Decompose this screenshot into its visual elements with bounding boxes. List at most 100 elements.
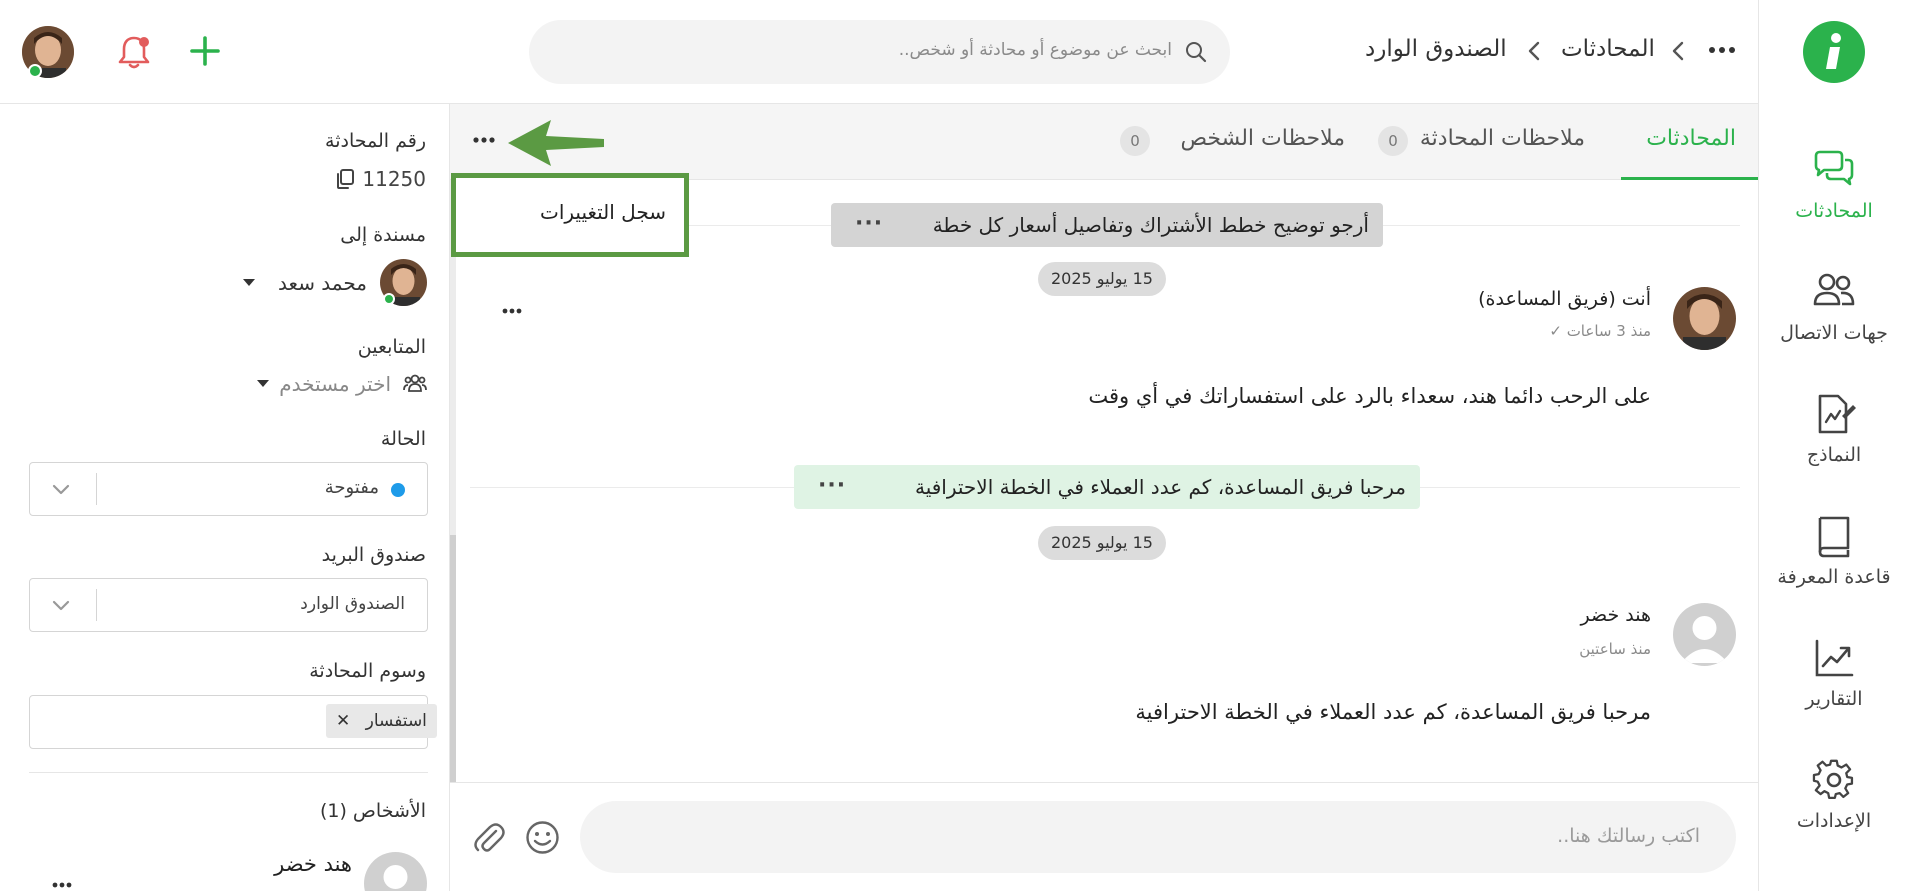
- followers-select[interactable]: اختر مستخدم: [279, 372, 391, 396]
- nav-label: المحادثات: [1795, 200, 1873, 222]
- chevron-left-icon: [1527, 41, 1541, 61]
- settings-icon: [1812, 758, 1856, 802]
- knowledge-base-icon: [1812, 514, 1856, 558]
- subject-more-button[interactable]: ···: [855, 202, 883, 246]
- online-status-dot: [28, 64, 42, 78]
- status-value: مفتوحة: [324, 477, 379, 498]
- status-dot: [391, 483, 405, 497]
- subject-text: مرحبا فريق المساعدة، كم عدد العملاء في ا…: [914, 475, 1406, 499]
- subject-pill: مرحبا فريق المساعدة، كم عدد العملاء في ا…: [794, 465, 1420, 509]
- message-time: منذ ساعتين: [1579, 640, 1651, 658]
- search-bar[interactable]: ابحث عن موضوع أو محادثة أو شخص..: [529, 20, 1230, 84]
- caret-down-icon[interactable]: [257, 380, 269, 388]
- nav-item-forms[interactable]: النماذج: [1759, 382, 1908, 492]
- message-author: هند خضر: [1580, 604, 1651, 626]
- people-label: الأشخاص (1): [319, 800, 426, 822]
- message-input[interactable]: اكتب رسالتك هنا..: [580, 801, 1736, 873]
- contacts-icon: [1812, 270, 1856, 314]
- select-divider: [96, 589, 97, 621]
- tab-person-notes[interactable]: ملاحظات الشخص 0: [1120, 104, 1345, 180]
- message-body: على الرحب دائما هند، سعداء بالرد على است…: [1088, 384, 1651, 408]
- breadcrumb-conversations[interactable]: المحادثات: [1561, 36, 1655, 62]
- message-author: أنت (فريق المساعدة): [1478, 288, 1651, 310]
- search-icon: [1184, 40, 1208, 64]
- arrow-pointer-icon: [506, 118, 606, 168]
- chevron-left-icon: [1671, 41, 1685, 61]
- dropdown-item-changelog[interactable]: سجل التغييرات: [540, 200, 666, 224]
- customer-avatar: [1673, 603, 1736, 666]
- tags-label: وسوم المحادثة: [309, 660, 426, 682]
- check-icon: ✓: [1549, 322, 1562, 340]
- mailbox-value: الصندوق الوارد: [300, 594, 405, 614]
- assigned-label: مسندة إلى: [340, 224, 426, 246]
- date-pill: 15 يوليو 2025: [1038, 526, 1166, 560]
- tags-input[interactable]: استفسار ✕: [29, 695, 437, 749]
- forms-icon: [1812, 392, 1856, 436]
- subject-pill: أرجو توضيح خطط الأشتراك وتفاصيل أسعار كل…: [831, 203, 1383, 247]
- mailbox-label: صندوق البريد: [321, 544, 426, 566]
- nav-item-contacts[interactable]: جهات الاتصال: [1759, 260, 1908, 370]
- mailbox-select[interactable]: الصندوق الوارد: [29, 578, 428, 632]
- message-time: منذ 3 ساعات ✓: [1549, 322, 1651, 340]
- more-menu-icon[interactable]: [1708, 46, 1736, 54]
- breadcrumb-inbox[interactable]: الصندوق الوارد: [1365, 36, 1507, 62]
- message-time-text: منذ 3 ساعات: [1566, 322, 1651, 340]
- nav-label: التقارير: [1805, 688, 1863, 710]
- subject-more-button[interactable]: ···: [818, 464, 846, 508]
- subject-text: أرجو توضيح خطط الأشتراك وتفاصيل أسعار كل…: [932, 213, 1369, 237]
- chevron-down-icon: [52, 484, 70, 496]
- person-notes-count: 0: [1120, 126, 1150, 156]
- nav-item-conversations[interactable]: المحادثات: [1759, 138, 1908, 248]
- chevron-down-icon: [52, 600, 70, 612]
- attachment-icon[interactable]: [472, 821, 506, 855]
- emoji-icon[interactable]: [525, 820, 560, 855]
- date-pill: 15 يوليو 2025: [1038, 262, 1166, 296]
- assignee-name[interactable]: محمد سعد: [278, 271, 367, 295]
- notifications-bell-icon[interactable]: [117, 34, 151, 70]
- add-new-button[interactable]: [190, 36, 220, 66]
- remove-tag-icon[interactable]: ✕: [336, 711, 350, 731]
- search-placeholder: ابحث عن موضوع أو محادثة أو شخص..: [898, 40, 1172, 60]
- nav-label: النماذج: [1806, 444, 1862, 466]
- conversation-scrollbar-thumb[interactable]: [450, 535, 456, 782]
- conversation-number-label: رقم المحادثة: [325, 130, 426, 152]
- nav-label: الإعدادات: [1796, 810, 1872, 832]
- users-icon: [403, 372, 427, 394]
- assignee-online-dot: [383, 293, 395, 305]
- tab-conversation-notes[interactable]: ملاحظات المحادثة 0: [1378, 104, 1603, 180]
- message-body: مرحبا فريق المساعدة، كم عدد العملاء في ا…: [1135, 700, 1651, 724]
- chat-icon: [1812, 148, 1856, 192]
- nav-label: قاعدة المعرفة: [1777, 566, 1891, 588]
- top-bar: ابحث عن موضوع أو محادثة أو شخص.. الصندوق…: [0, 0, 1758, 104]
- person-more-button[interactable]: [52, 882, 72, 888]
- reports-icon: [1812, 636, 1856, 680]
- conversation-number: 11250: [362, 167, 426, 191]
- tab-conversations-label: المحادثات: [1646, 126, 1736, 151]
- main-nav: المحادثات جهات الاتصال النماذج قاعدة الم…: [1758, 0, 1908, 891]
- status-label: الحالة: [380, 428, 426, 450]
- section-divider: [29, 772, 428, 773]
- select-divider: [96, 473, 97, 505]
- followers-label: المتابعين: [357, 336, 426, 358]
- tabs-more-button[interactable]: [473, 136, 495, 144]
- message-more-button[interactable]: [502, 308, 522, 314]
- tag-chip-label: استفسار: [365, 711, 427, 731]
- copy-icon[interactable]: [334, 168, 356, 190]
- nav-item-reports[interactable]: التقارير: [1759, 626, 1908, 736]
- nav-item-knowledge-base[interactable]: قاعدة المعرفة: [1759, 504, 1908, 614]
- message-input-placeholder: اكتب رسالتك هنا..: [1557, 825, 1700, 847]
- nav-label: جهات الاتصال: [1780, 322, 1888, 344]
- agent-avatar: [1673, 287, 1736, 350]
- tabs-bar: المحادثات ملاحظات المحادثة 0 ملاحظات الش…: [450, 104, 1758, 180]
- tab-person-notes-label: ملاحظات الشخص: [1180, 126, 1345, 151]
- tab-conversations[interactable]: المحادثات: [1621, 104, 1758, 180]
- tag-chip: استفسار ✕: [326, 704, 437, 738]
- person-name[interactable]: هند خضر: [274, 852, 352, 876]
- options-dropdown: سجل التغييرات: [451, 173, 689, 257]
- tab-conversation-notes-label: ملاحظات المحادثة: [1419, 126, 1585, 151]
- conversation-notes-count: 0: [1378, 126, 1408, 156]
- app-logo[interactable]: [1803, 21, 1865, 83]
- status-select[interactable]: مفتوحة: [29, 462, 428, 516]
- nav-item-settings[interactable]: الإعدادات: [1759, 748, 1908, 858]
- caret-down-icon[interactable]: [243, 279, 255, 287]
